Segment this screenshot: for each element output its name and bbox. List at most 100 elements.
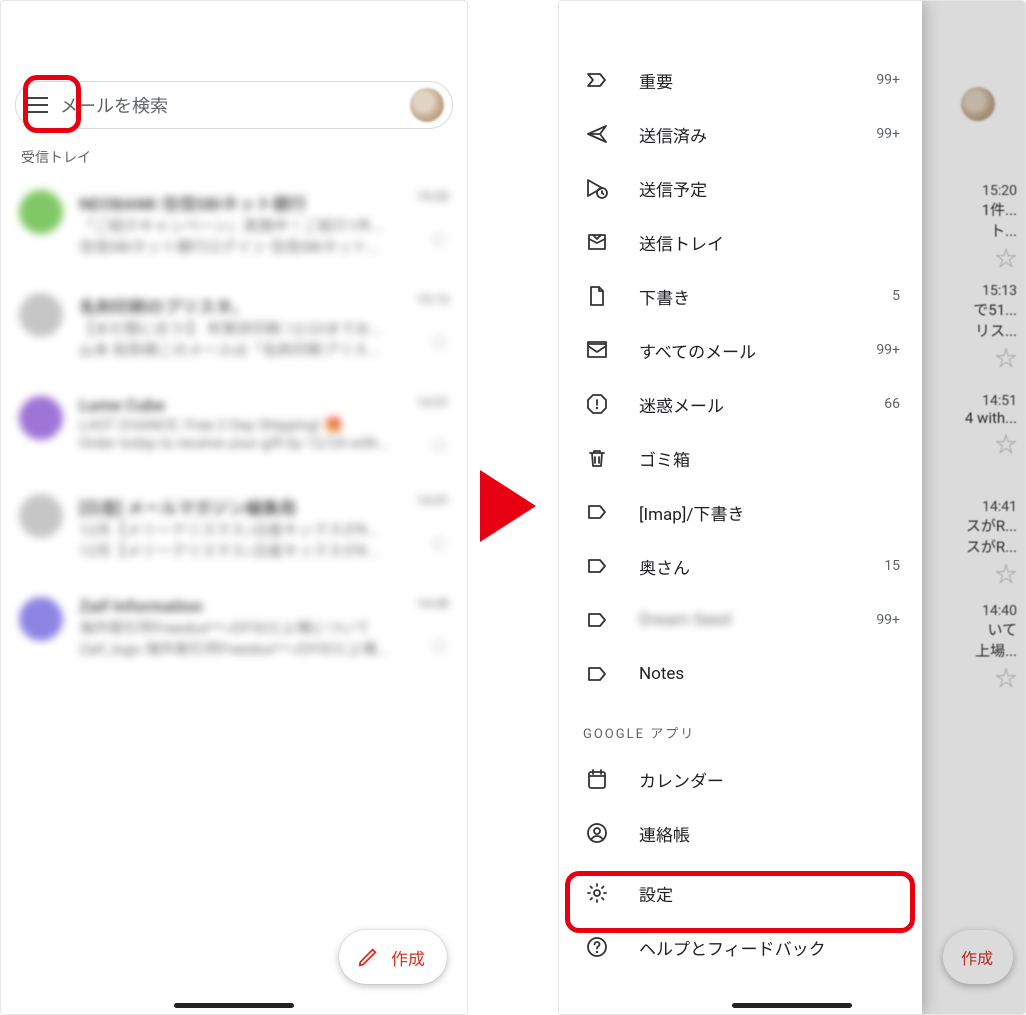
drawer-item-label: Notes [639, 664, 900, 684]
drawer-item-label: ヘルプとフィードバック [639, 935, 900, 960]
drawer-item-label: 下書き [639, 284, 892, 309]
email-row[interactable]: Lume Cube LAST CHANCE: Free 2 Day Shippi… [1, 382, 467, 480]
star-icon: ☆ [995, 557, 1017, 589]
drawer-item-label[interactable]: [Imap]/下書き [559, 485, 922, 539]
drawer-item-count: 66 [884, 396, 900, 412]
hamburger-menu-button[interactable] [16, 83, 60, 127]
email-time: 15:20 [400, 190, 449, 205]
drawer-item-label: 送信予定 [639, 176, 900, 201]
bg-email-row: 14:51 4 with... ☆ [965, 393, 1017, 479]
search-bar[interactable]: メールを検索 [15, 81, 453, 129]
star-icon[interactable]: ☆ [404, 630, 449, 659]
drawer-item-count: 99+ [876, 72, 900, 88]
drawer-item-label: 設定 [639, 881, 900, 906]
drawer-item-label: カレンダー [639, 767, 900, 792]
compose-label: 作成 [391, 945, 425, 970]
drawer-item-label: [Imap]/下書き [639, 500, 900, 525]
drawer-item-label: 送信トレイ [639, 230, 900, 255]
search-placeholder: メールを検索 [60, 92, 410, 118]
drawer-item-scheduled[interactable]: 送信予定 [559, 161, 922, 215]
email-sender: [日産] メールマガジン編集局 [79, 494, 379, 519]
star-icon: ☆ [995, 427, 1017, 459]
trash-icon [583, 444, 611, 472]
email-row[interactable]: Zaif Information 海外取引所Freedos*へのFSCC上場につ… [1, 583, 467, 681]
email-row[interactable]: 名刺印刷のプリスタ。 【まだ間に合う!】 年賀状印刷 12/23までお... 山… [1, 279, 467, 382]
background-dim: 15:20 1件... ト... ☆15:13 で51... リス... ☆14… [920, 1, 1025, 1014]
drawer-app-calendar[interactable]: カレンダー [559, 752, 922, 806]
star-icon[interactable]: ☆ [406, 429, 449, 458]
compose-button[interactable]: 作成 [943, 930, 1013, 984]
bg-email-row: 14:41 スがR... スがR... ☆ [966, 499, 1017, 585]
calendar-icon [583, 765, 611, 793]
email-subject: LAST CHANCE: Free 2 Day Shipping! 🎁 [79, 416, 390, 434]
label-icon [583, 606, 611, 634]
drawer-item-important[interactable]: 重要 99+ [559, 53, 922, 107]
nav-drawer: 重要 99+ 送信済み 99+ 送信予定 送信トレイ 下書き 5 すべてのメール… [559, 1, 922, 1014]
email-snippet: 山本 拓弥様このメールは「名刺印刷プリス... [79, 339, 382, 360]
email-snippet: 12月【メリークリスマス♪日産キックスがR... [79, 540, 379, 561]
sent-icon [583, 120, 611, 148]
drawer-item-label: 奥さん [639, 554, 884, 579]
star-icon: ☆ [995, 661, 1017, 693]
account-avatar[interactable] [961, 87, 995, 121]
settings-icon [583, 879, 611, 907]
drawer-item-label: 連絡帳 [639, 821, 900, 846]
email-snippet: 住信SBIネット銀行ログイン 住信SBIネット... [79, 236, 384, 257]
drawer-item-label: 重要 [639, 68, 876, 93]
sender-avatar [19, 396, 63, 440]
drawer-help[interactable]: ヘルプとフィードバック [559, 920, 922, 974]
drawer-item-trash[interactable]: ゴミ箱 [559, 431, 922, 485]
drawer-item-label[interactable]: Notes [559, 647, 922, 701]
drawer-settings[interactable]: 設定 [559, 866, 922, 920]
compose-button[interactable]: 作成 [339, 930, 447, 984]
help-icon [583, 933, 611, 961]
drawer-item-label: すべてのメール [639, 338, 876, 363]
email-sender: 名刺印刷のプリスタ。 [79, 293, 382, 318]
email-snippet: Order today to receive your gift by 12/2… [79, 434, 390, 452]
home-indicator [174, 1003, 294, 1008]
drawer-item-draft[interactable]: 下書き 5 [559, 269, 922, 323]
account-avatar[interactable] [410, 88, 444, 122]
email-row[interactable]: [日産] メールマガジン編集局 12月【メリークリスマス♪日産キックスがR...… [1, 480, 467, 583]
email-row[interactable]: NEOBANK 住信SBIネット銀行 「ご紹介キャンペーン」実施中！ご紹介1件.… [1, 176, 467, 279]
star-icon: ☆ [995, 341, 1017, 373]
email-snippet: Zaif_logo 海外取引所Freedos*へのFSCC上場... [79, 638, 388, 659]
arrow-icon [480, 470, 536, 542]
star-icon: ☆ [995, 241, 1017, 273]
important-icon [583, 66, 611, 94]
outbox-icon [583, 228, 611, 256]
email-sender: Zaif Information [79, 597, 388, 617]
label-icon [583, 498, 611, 526]
drawer-item-label: 迷惑メール [639, 392, 884, 417]
drawer-item-label[interactable]: 奥さん 15 [559, 539, 922, 593]
email-time: 14:40 [404, 597, 449, 612]
sender-avatar [19, 597, 63, 641]
star-icon[interactable]: ☆ [400, 223, 449, 252]
drawer-item-count: 5 [892, 288, 900, 304]
sender-avatar [19, 190, 63, 234]
email-sender: Lume Cube [79, 396, 390, 416]
phone-right: 15:20 1件... ト... ☆15:13 で51... リス... ☆14… [558, 0, 1026, 1015]
email-subject: 「ご紹介キャンペーン」実施中！ご紹介1件... [79, 215, 384, 236]
drawer-item-spam[interactable]: 迷惑メール 66 [559, 377, 922, 431]
drawer-item-count: 99+ [876, 126, 900, 142]
label-icon [583, 552, 611, 580]
email-subject: 【まだ間に合う!】 年賀状印刷 12/23までお... [79, 318, 382, 339]
drawer-item-count: 99+ [876, 342, 900, 358]
spam-icon [583, 390, 611, 418]
label-icon [583, 660, 611, 688]
email-subject: 12月【メリークリスマス♪日産キックスがR... [79, 519, 379, 540]
draft-icon [583, 282, 611, 310]
drawer-app-contacts[interactable]: 連絡帳 [559, 806, 922, 860]
drawer-item-outbox[interactable]: 送信トレイ [559, 215, 922, 269]
scheduled-icon [583, 174, 611, 202]
drawer-item-sent[interactable]: 送信済み 99+ [559, 107, 922, 161]
allmail-icon [583, 336, 611, 364]
drawer-item-label: 送信済み [639, 122, 876, 147]
email-subject: 海外取引所Freedos*へのFSCC上場について [79, 617, 388, 638]
drawer-item-label[interactable]: Dream Seed 99+ [559, 593, 922, 647]
email-time: 15:13 [398, 293, 449, 308]
star-icon[interactable]: ☆ [395, 527, 449, 556]
star-icon[interactable]: ☆ [398, 326, 449, 355]
drawer-item-allmail[interactable]: すべてのメール 99+ [559, 323, 922, 377]
